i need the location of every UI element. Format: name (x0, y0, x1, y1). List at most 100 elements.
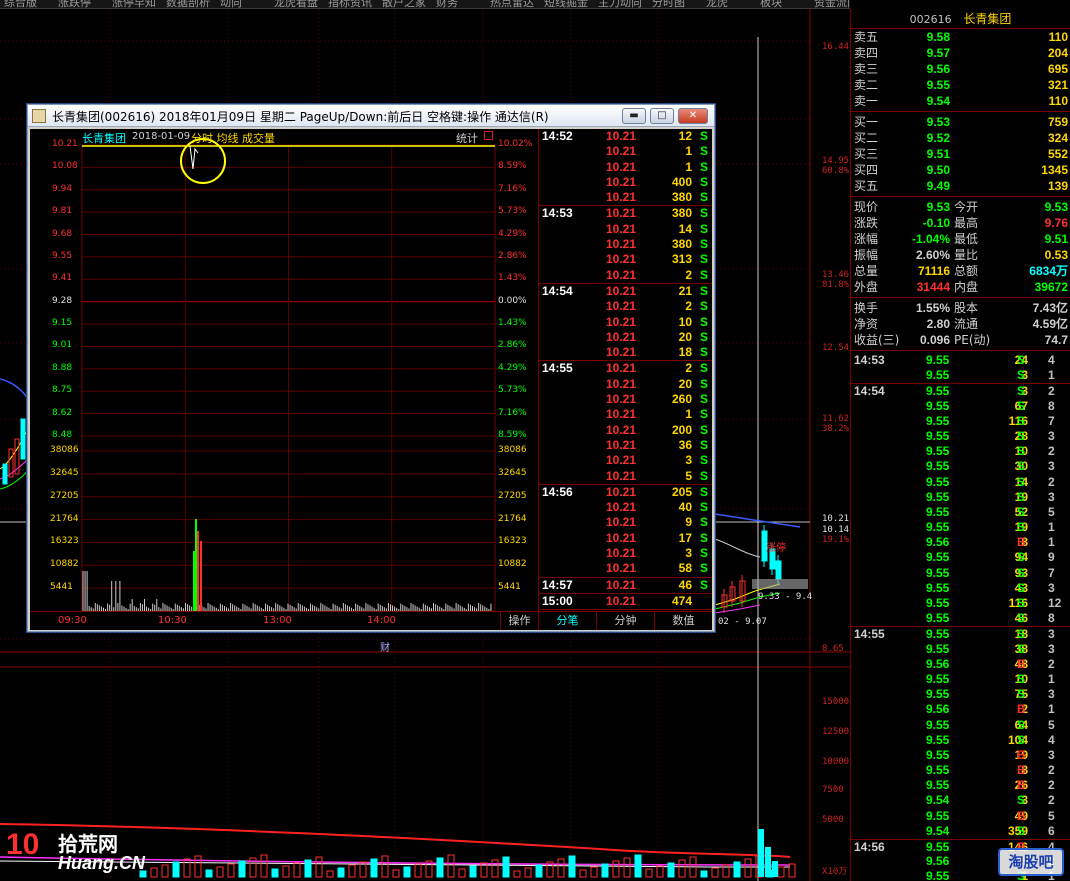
tick-row[interactable]: 14:54 9.55 3 S 2 (851, 383, 1070, 398)
tick-row[interactable]: 10.21 20 S (539, 330, 712, 345)
tick-row[interactable]: 10.21 2 S (539, 268, 712, 283)
tab-minutes[interactable]: 分钟 (596, 612, 654, 630)
intraday-popup-window[interactable]: 长青集团(002616) 2018年01月09日 星期二 PageUp/Down… (27, 104, 715, 632)
tick-row[interactable]: 10.21 10 S (539, 315, 712, 330)
tick-row[interactable]: 9.55 19 S 1 (851, 520, 1070, 535)
menu-item[interactable]: 数据剖析 (166, 0, 210, 8)
tick-row[interactable]: 10.21 1 S (539, 407, 712, 422)
tick-row[interactable]: 9.55 64 S 5 (851, 718, 1070, 733)
tick-row[interactable]: 10.21 400 S (539, 175, 712, 190)
tick-row[interactable]: 14:52 10.21 12 S (539, 129, 712, 144)
tick-row[interactable]: 10.21 3 S (539, 453, 712, 468)
menu-item[interactable]: 短线掘金 (544, 0, 588, 8)
tick-row[interactable]: 14:57 10.21 46 S (539, 578, 712, 593)
order-book-row[interactable]: 买四 9.50 1345 (851, 162, 1070, 178)
tick-row[interactable]: 9.55 19 B 3 (851, 748, 1070, 763)
tick-row[interactable]: 10.21 380 S (539, 190, 712, 205)
menu-item[interactable]: 财务 (436, 0, 458, 8)
order-book-row[interactable]: 买一 9.53 759 (851, 114, 1070, 130)
tick-row[interactable]: 9.54 359 S 6 (851, 824, 1070, 839)
tick-row[interactable]: 10.21 1 S (539, 144, 712, 159)
menu-item[interactable]: 板块 (760, 0, 782, 8)
tick-row[interactable]: 9.55 93 S 7 (851, 566, 1070, 581)
tick-row[interactable]: 9.55 104 S 4 (851, 733, 1070, 748)
tab-ticks[interactable]: 分笔 (538, 612, 596, 630)
popup-titlebar[interactable]: 长青集团(002616) 2018年01月09日 星期二 PageUp/Down… (28, 105, 714, 127)
tick-row[interactable]: 9.55 116 S 12 (851, 596, 1070, 611)
tick-row[interactable]: 9.56 8 B 1 (851, 535, 1070, 550)
maximize-button[interactable]: □ (650, 108, 674, 124)
tick-row[interactable]: 9.55 30 S 3 (851, 459, 1070, 474)
tick-row[interactable]: 9.55 49 B 5 (851, 809, 1070, 824)
menu-item[interactable]: 龙虎 (706, 0, 728, 8)
menu-item[interactable]: 分时图 (652, 0, 685, 8)
tick-row[interactable]: 9.55 75 S 3 (851, 687, 1070, 702)
tick-row[interactable]: 9.55 52 S 5 (851, 505, 1070, 520)
operate-button[interactable]: 操作 (500, 612, 538, 630)
order-book-row[interactable]: 卖五 9.58 110 (851, 29, 1070, 45)
menu-item[interactable]: 指标资讯 (328, 0, 372, 8)
tick-row[interactable]: 10.21 5 S (539, 469, 712, 484)
tick-row[interactable]: 10.21 20 S (539, 377, 712, 392)
tick-row[interactable]: 10.21 3 S (539, 546, 712, 561)
tick-row[interactable]: 9.55 26 B 2 (851, 778, 1070, 793)
popup-tick-list[interactable]: 14:52 10.21 12 S 10.21 1 S 10.21 1 S 10.21 400 S 10.2… (538, 129, 712, 611)
menu-item[interactable]: 动向 (220, 0, 242, 8)
tick-row[interactable]: 9.55 10 S 1 (851, 672, 1070, 687)
tick-row[interactable]: 9.54 3 S 2 (851, 793, 1070, 808)
tick-row[interactable]: 10.21 1 S (539, 160, 712, 175)
tick-row[interactable]: 15:00 10.21 474 (539, 594, 712, 609)
stats-toggle-icon[interactable] (484, 131, 493, 140)
tick-row[interactable]: 10.21 9 S (539, 515, 712, 530)
tick-row[interactable]: 14:53 9.55 24 S 4 (851, 353, 1070, 368)
menu-item[interactable]: 综合版 (4, 0, 37, 8)
stats-button[interactable]: 统计 (456, 130, 478, 146)
tick-row[interactable]: 9.55 38 S 3 (851, 642, 1070, 657)
tick-row[interactable]: 9.55 19 S 3 (851, 490, 1070, 505)
tick-row[interactable]: 9.55 28 S 3 (851, 429, 1070, 444)
tick-row[interactable]: 14:55 9.55 18 S 3 (851, 626, 1070, 641)
order-book-row[interactable]: 买二 9.52 324 (851, 130, 1070, 146)
tick-row[interactable]: 10.21 313 S (539, 252, 712, 267)
menu-item[interactable]: 涨停早知 (112, 0, 156, 8)
tick-list[interactable]: 14:53 9.55 2 4 S 4 9.55 3 S 1 14:54 9.55 3 S 2 9.55 6 7 S 8… (851, 353, 1070, 881)
tick-row[interactable]: 9.55 14 S 2 (851, 475, 1070, 490)
menu-item[interactable]: 热点雷达 (490, 0, 534, 8)
tick-row[interactable]: 9.55 8 B 2 (851, 763, 1070, 778)
tick-row[interactable]: 9.55 94 S 9 (851, 550, 1070, 565)
menu-item[interactable]: 资金流向 (814, 0, 850, 8)
intraday-chart[interactable]: 长青集团 2018-01-09 分时 均线 成交量 统计 10.21 10.08 9… (30, 129, 537, 630)
tick-row[interactable]: 10.21 2 S (539, 299, 712, 314)
minimize-button[interactable]: ▬ (622, 108, 646, 124)
tick-row[interactable]: 10.21 14 S (539, 222, 712, 237)
tick-row[interactable]: 10.21 18 S (539, 345, 712, 360)
tick-row[interactable]: 14:53 10.21 380 S (539, 206, 712, 221)
tick-row[interactable]: 10.21 200 S (539, 423, 712, 438)
menu-item[interactable]: 主力动向 (598, 0, 642, 8)
tick-row[interactable]: 9.55 116 S 7 (851, 414, 1070, 429)
tick-row[interactable]: 10.21 58 S (539, 561, 712, 576)
tick-row[interactable]: 10.21 17 S (539, 531, 712, 546)
order-book-row[interactable]: 买三 9.51 552 (851, 146, 1070, 162)
tick-row[interactable]: 14:54 10.21 21 S (539, 284, 712, 299)
tick-row[interactable]: 14:55 10.21 2 S (539, 361, 712, 376)
tick-row[interactable]: 9.56 48 B 2 (851, 657, 1070, 672)
tick-row[interactable]: 14:56 10.21 205 S (539, 485, 712, 500)
tab-values[interactable]: 数值 (654, 612, 712, 630)
order-book-row[interactable]: 买五 9.49 139 (851, 178, 1070, 194)
close-button[interactable]: ✕ (678, 108, 708, 124)
menu-item[interactable]: 龙虎看盘 (274, 0, 318, 8)
tick-row[interactable]: 9.56 2 B 1 (851, 702, 1070, 717)
menu-item[interactable]: 散户之家 (382, 0, 426, 8)
order-book-row[interactable]: 卖二 9.55 321 (851, 77, 1070, 93)
order-book-row[interactable]: 卖四 9.57 204 (851, 45, 1070, 61)
order-book-row[interactable]: 卖三 9.56 695 (851, 61, 1070, 77)
tick-row[interactable]: 10.21 380 S (539, 237, 712, 252)
tick-row[interactable]: 9.55 3 S 1 (851, 368, 1070, 383)
menu-item[interactable]: 涨跌停 (58, 0, 91, 8)
tick-row[interactable]: 10.21 36 S (539, 438, 712, 453)
tick-row[interactable]: 9.55 43 S 3 (851, 581, 1070, 596)
tick-row[interactable]: 9.55 67 S 8 (851, 399, 1070, 414)
tick-row[interactable]: 10.21 260 S (539, 392, 712, 407)
tick-row[interactable]: 10.21 40 S (539, 500, 712, 515)
